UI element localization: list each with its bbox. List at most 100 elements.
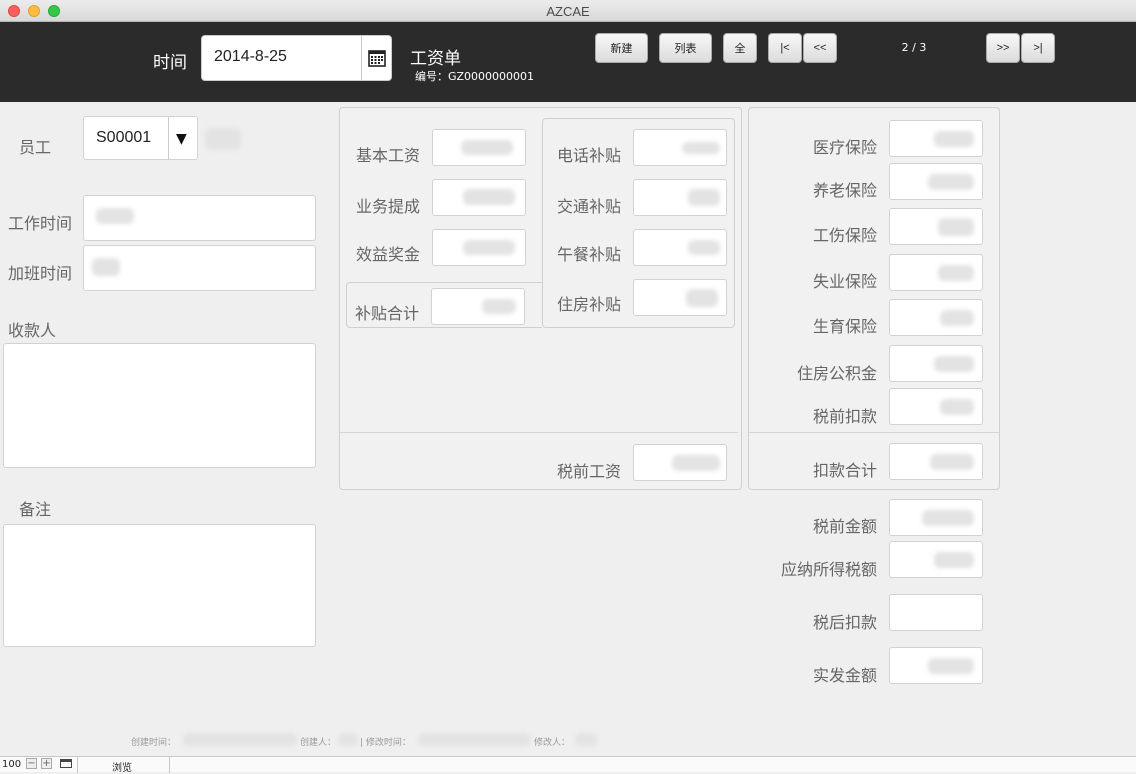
calendar-icon[interactable] xyxy=(361,36,391,80)
medical-insurance-label: 医疗保险 xyxy=(813,138,878,157)
redacted-value xyxy=(930,454,974,470)
date-label: 时间 xyxy=(153,53,187,73)
transport-subsidy-label: 交通补贴 xyxy=(557,197,622,216)
next-record-button[interactable]: >> xyxy=(986,33,1020,63)
work-time-field[interactable] xyxy=(83,195,316,241)
redacted-value xyxy=(686,289,718,307)
phone-subsidy-label: 电话补贴 xyxy=(557,146,622,165)
form-title: 工资单 xyxy=(410,49,461,69)
commission-label: 业务提成 xyxy=(356,197,421,216)
redacted-value xyxy=(463,240,515,255)
redacted-value xyxy=(934,131,974,147)
deduction-total-field[interactable] xyxy=(889,443,983,480)
phone-subsidy-field[interactable] xyxy=(633,129,727,166)
payee-field[interactable] xyxy=(3,343,316,468)
notes-label: 备注 xyxy=(19,500,52,519)
payee-label: 收款人 xyxy=(8,321,57,340)
previous-record-button[interactable]: << xyxy=(803,33,837,63)
unemployment-insurance-field[interactable] xyxy=(889,254,983,291)
redacted-value xyxy=(934,552,974,568)
record-counter: 2 / 3 xyxy=(901,41,927,54)
taxable-income-field[interactable] xyxy=(889,541,983,578)
redacted-value xyxy=(92,258,120,276)
status-divider xyxy=(169,757,170,773)
overtime-label: 加班时间 xyxy=(8,264,73,283)
pretax-salary-label: 税前工资 xyxy=(557,462,622,481)
housing-fund-field[interactable] xyxy=(889,345,983,382)
modified-time-label: | 修改时间： xyxy=(360,738,411,748)
redacted-value xyxy=(682,142,720,154)
subsidy-total-label: 补贴合计 xyxy=(355,304,420,323)
redacted-value xyxy=(688,189,720,206)
pension-insurance-label: 养老保险 xyxy=(813,181,878,200)
window-titlebar: AZCAE xyxy=(0,0,1136,22)
zoom-out-icon[interactable]: − xyxy=(26,758,37,769)
deduction-total-label: 扣款合计 xyxy=(813,461,878,480)
status-bar: 100 − + 浏览 xyxy=(0,756,1136,774)
toolbar-toggle-icon[interactable] xyxy=(60,759,72,768)
list-button[interactable]: 列表 xyxy=(659,33,712,63)
notes-field[interactable] xyxy=(3,524,316,647)
medical-insurance-field[interactable] xyxy=(889,120,983,157)
redacted-value xyxy=(940,310,974,326)
base-salary-label: 基本工资 xyxy=(356,146,421,165)
redacted-value xyxy=(940,399,974,415)
redacted-value xyxy=(688,240,720,255)
redacted-value xyxy=(938,265,974,281)
date-value: 2014-8-25 xyxy=(214,48,287,65)
unemployment-insurance-label: 失业保险 xyxy=(813,272,878,291)
injury-insurance-label: 工伤保险 xyxy=(813,226,878,245)
net-pay-label: 实发金额 xyxy=(813,666,878,685)
show-all-button[interactable]: 全 xyxy=(723,33,757,63)
redacted-value xyxy=(482,299,516,314)
window-title: AZCAE xyxy=(546,4,590,19)
zoom-in-icon[interactable]: + xyxy=(41,758,52,769)
select-divider xyxy=(168,117,169,159)
work-time-label: 工作时间 xyxy=(8,214,73,233)
last-record-button[interactable]: >| xyxy=(1021,33,1055,63)
bonus-field[interactable] xyxy=(432,229,526,266)
record-number: 编号：GZ0000000001 xyxy=(415,70,535,83)
created-time-label: 创建时间： xyxy=(131,738,177,748)
taxable-income-label: 应纳所得税额 xyxy=(781,560,878,579)
employee-value: S00001 xyxy=(96,129,152,146)
redacted-value xyxy=(672,455,720,471)
overtime-field[interactable] xyxy=(83,245,316,291)
aftertax-deduction-field[interactable] xyxy=(889,594,983,631)
date-field[interactable]: 2014-8-25 xyxy=(201,35,392,81)
created-time-redacted xyxy=(183,733,297,746)
panel-divider xyxy=(340,432,738,433)
redacted-value xyxy=(934,356,974,372)
redacted-value xyxy=(928,658,974,674)
net-pay-field[interactable] xyxy=(889,647,983,684)
injury-insurance-field[interactable] xyxy=(889,208,983,245)
pension-insurance-field[interactable] xyxy=(889,163,983,200)
housing-subsidy-field[interactable] xyxy=(633,279,727,316)
modifier-label: 修改人： xyxy=(534,738,571,748)
panel-divider xyxy=(749,432,999,433)
pretax-deduction-field[interactable] xyxy=(889,388,983,425)
employee-select[interactable]: S00001 ▼ xyxy=(83,116,198,160)
creator-redacted xyxy=(338,733,358,746)
first-record-button[interactable]: |< xyxy=(768,33,802,63)
modified-time-redacted xyxy=(418,733,531,746)
redacted-value xyxy=(96,208,134,224)
zoom-level[interactable]: 100 xyxy=(2,759,21,770)
commission-field[interactable] xyxy=(432,179,526,216)
pretax-salary-field[interactable] xyxy=(633,444,727,481)
maternity-insurance-field[interactable] xyxy=(889,299,983,336)
lunch-subsidy-label: 午餐补贴 xyxy=(557,245,622,264)
new-button[interactable]: 新建 xyxy=(595,33,648,63)
pretax-deduction-label: 税前扣款 xyxy=(813,407,878,426)
pretax-amount-field[interactable] xyxy=(889,499,983,536)
redacted-value xyxy=(461,140,513,155)
redacted-value xyxy=(938,218,974,236)
housing-subsidy-label: 住房补贴 xyxy=(557,295,622,314)
base-salary-field[interactable] xyxy=(432,129,526,166)
dropdown-arrow-icon[interactable]: ▼ xyxy=(176,131,187,147)
lunch-subsidy-field[interactable] xyxy=(633,229,727,266)
redacted-value xyxy=(928,174,974,190)
pretax-amount-label: 税前金额 xyxy=(813,517,878,536)
subsidy-total-field[interactable] xyxy=(431,288,525,325)
transport-subsidy-field[interactable] xyxy=(633,179,727,216)
